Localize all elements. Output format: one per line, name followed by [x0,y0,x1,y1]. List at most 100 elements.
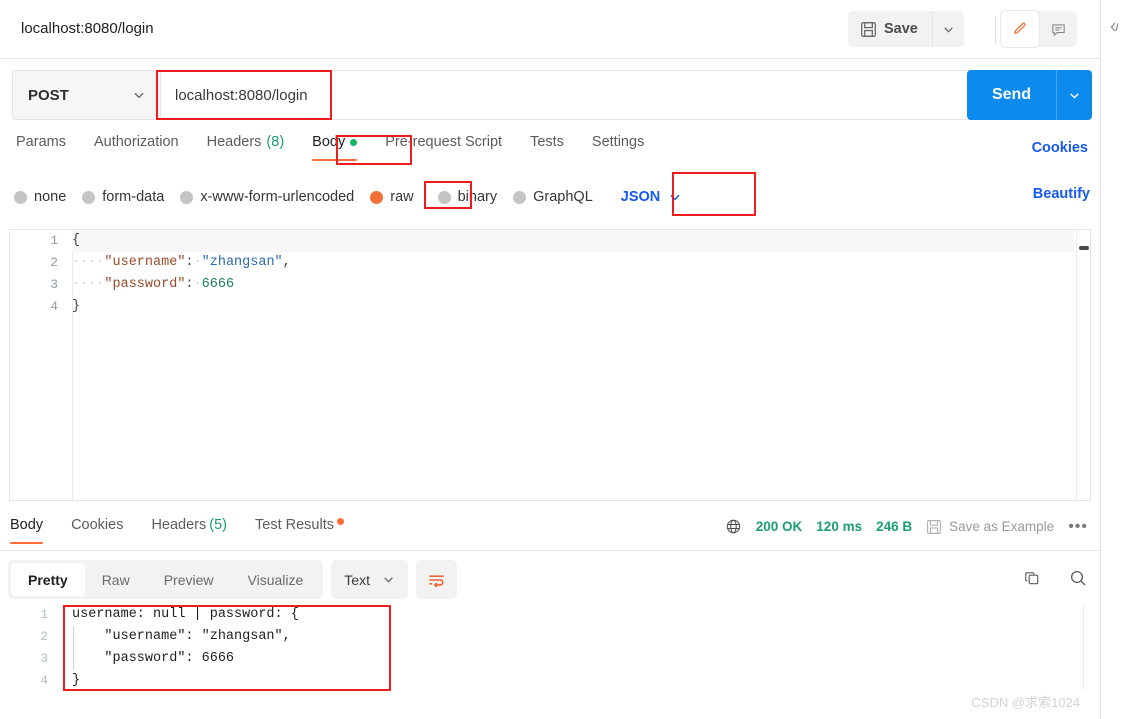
response-mode-pretty-label: Pretty [28,571,68,588]
body-type-graphql[interactable]: GraphQL [513,189,593,205]
globe-icon [725,518,742,535]
response-mode-pretty[interactable]: Pretty [11,563,85,596]
tab-headers-label: Headers [206,134,262,150]
save-as-example-label: Save as Example [949,519,1055,534]
chevron-down-icon [382,573,395,586]
response-mode-preview-label: Preview [163,571,214,588]
body-type-none[interactable]: none [14,189,66,205]
tab-params[interactable]: Params [12,134,80,161]
response-mode-raw[interactable]: Raw [85,563,147,596]
send-button[interactable]: Send [967,70,1056,120]
code-line: } [72,296,1074,318]
tab-settings[interactable]: Settings [578,134,658,161]
line-number: 1 [40,607,48,622]
response-code: username: null | password: { "username":… [72,604,299,692]
response-tab-headers-count: (5) [209,517,227,533]
response-tab-headers-label: Headers [151,517,207,533]
tab-settings-label: Settings [591,134,645,150]
tab-tests[interactable]: Tests [516,134,578,161]
response-time: 120 ms [816,519,863,534]
request-body-editor[interactable]: 1 2 3 4 { ····"username":·"zhangsan", ··… [9,229,1091,501]
tab-tests-label: Tests [530,134,564,150]
line-number: 1 [50,233,58,248]
response-body-viewer[interactable]: 1 2 3 4 username: null | password: { "us… [0,604,1100,719]
response-type-select[interactable]: Text [331,560,408,599]
tab-authorization[interactable]: Authorization [80,134,193,161]
tab-body[interactable]: Body [298,134,371,161]
copy-icon[interactable] [1023,569,1042,588]
orange-dot-icon [336,518,344,525]
body-type-binary-label: binary [457,189,498,205]
chevron-left-icon[interactable] [1108,20,1120,34]
tab-pre-request-script[interactable]: Pre-request Script [371,134,516,161]
line-number: 4 [40,673,48,688]
body-format-select[interactable]: JSON [615,187,689,207]
code-line: ····"password":·6666 [72,274,1074,296]
save-button-label: Save [884,21,918,37]
line-number: 3 [40,651,48,666]
response-type-value: Text [344,571,370,588]
editor-scrollbar-thumb[interactable] [1079,246,1089,250]
tab-pre-request-script-label: Pre-request Script [385,134,503,150]
send-dropdown-button[interactable] [1056,70,1092,120]
response-tab-body[interactable]: Body [8,517,57,544]
response-scrollbar[interactable] [1083,604,1091,690]
response-mode-raw-label: Raw [101,571,130,588]
header-icon-group [1001,11,1077,47]
response-tab-test-results[interactable]: Test Results [241,517,358,544]
code-space: · [193,277,202,292]
body-type-urlencoded-label: x-www-form-urlencoded [200,189,355,205]
floppy-disk-icon [926,519,942,535]
tab-authorization-label: Authorization [93,134,179,150]
code-key: "password" [104,277,186,292]
response-tab-cookies[interactable]: Cookies [57,517,137,544]
code-colon: : [185,277,194,292]
response-mode-visualize[interactable]: Visualize [231,563,321,596]
code-value: 6666 [201,277,235,292]
chevron-down-icon [1068,89,1081,102]
response-code-line: username: null | password: { [72,607,299,622]
save-as-example-button[interactable]: Save as Example [926,519,1054,535]
body-type-urlencoded[interactable]: x-www-form-urlencoded [180,189,354,205]
save-button[interactable]: Save [848,11,932,47]
url-input[interactable]: localhost:8080/login [160,70,1090,120]
radio-icon [513,190,527,204]
body-type-binary[interactable]: binary [437,189,498,205]
method-select[interactable]: POST [12,70,160,120]
code-space: · [193,255,202,270]
code-key: "username" [104,255,186,270]
tab-body-label: Body [312,134,346,150]
response-tab-body-label: Body [10,517,44,533]
save-dropdown-button[interactable] [931,11,964,47]
radio-icon [437,190,451,204]
editor-scrollbar[interactable] [1076,230,1090,500]
response-mode-group: Pretty Raw Preview Visualize [8,560,324,599]
ellipsis-icon[interactable]: ••• [1068,518,1088,534]
search-icon[interactable] [1068,568,1088,588]
response-gutter: 1 2 3 4 [0,604,62,692]
response-tab-headers[interactable]: Headers (5) [137,517,241,544]
body-type-raw[interactable]: raw [370,189,414,205]
send-button-label: Send [991,86,1032,103]
body-type-form-data[interactable]: form-data [82,189,164,205]
response-size: 246 B [876,519,913,534]
cookies-link[interactable]: Cookies [1032,140,1088,156]
response-tab-test-results-label: Test Results [255,517,334,533]
response-mode-preview[interactable]: Preview [147,563,231,596]
tab-headers[interactable]: Headers (8) [193,134,299,161]
beautify-link[interactable]: Beautify [1033,186,1090,202]
response-tabs: Body Cookies Headers (5) Test Results [8,517,358,544]
method-value: POST [28,86,69,104]
radio-icon-selected [370,190,384,204]
code-line: ····"username":·"zhangsan", [72,252,1074,274]
url-value: localhost:8080/login [175,86,308,104]
comment-button[interactable] [1039,11,1077,47]
word-wrap-button[interactable] [415,560,457,599]
tab-params-label: Params [16,134,66,150]
edit-toggle-button[interactable] [1001,11,1039,47]
code-value: "zhangsan" [201,255,283,270]
editor-code: { ····"username":·"zhangsan", ····"passw… [72,230,1074,500]
line-number: 3 [50,277,58,292]
chevron-down-icon [132,88,146,102]
code-indent: ···· [72,255,105,270]
